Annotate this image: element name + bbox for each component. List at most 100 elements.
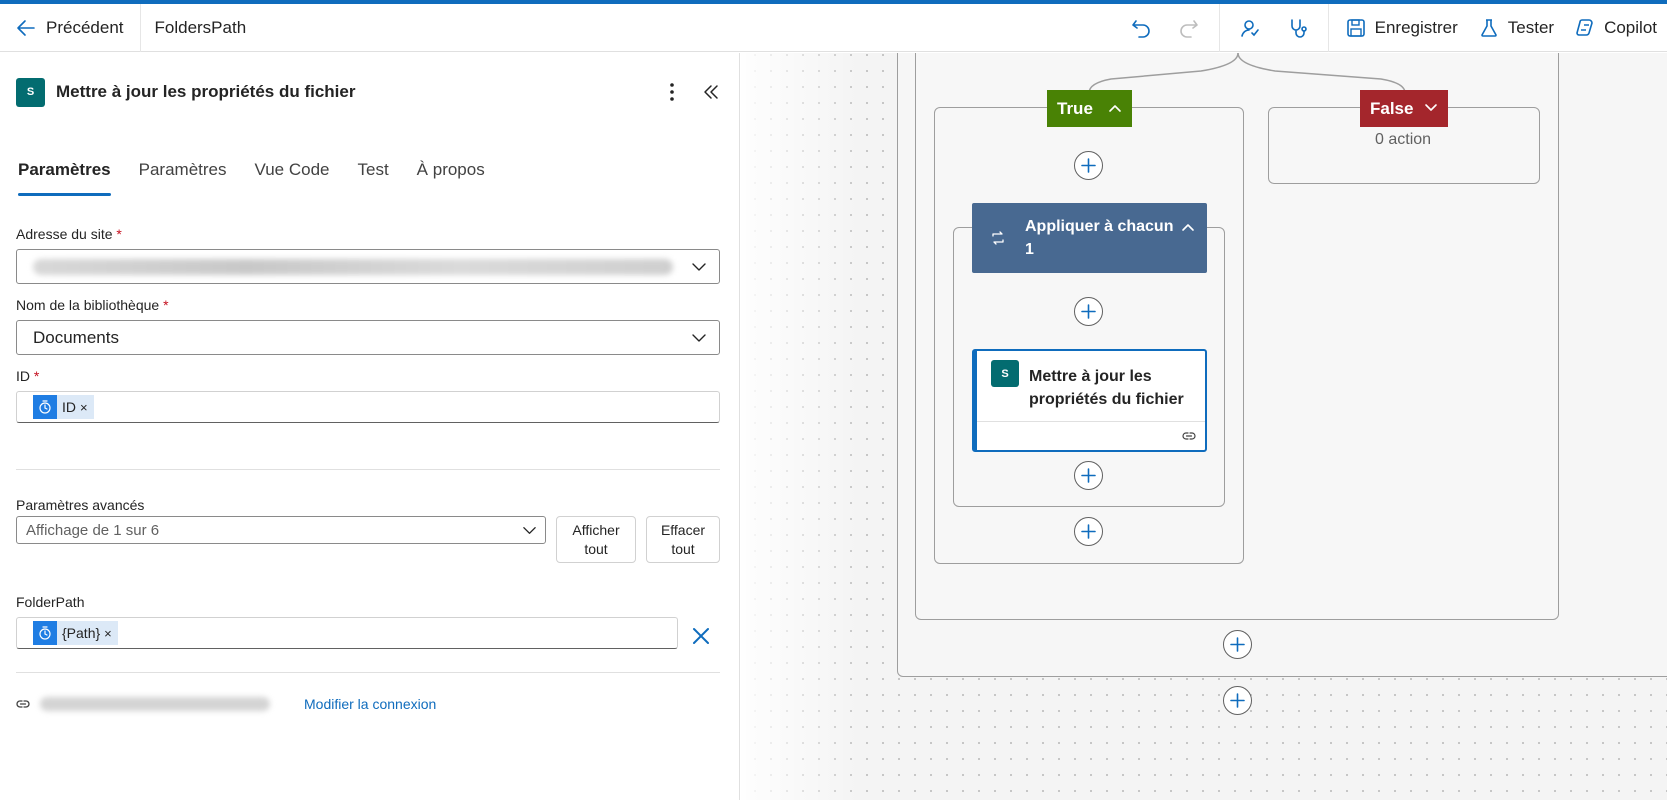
flow-checker-icon [1240,19,1259,37]
save-label: Enregistrer [1374,17,1458,37]
more-options-button[interactable] [660,77,684,107]
false-branch-label: False [1370,98,1414,118]
flow-checker-button[interactable] [1226,4,1274,52]
plus-icon [1081,158,1096,173]
site-address-dropdown[interactable] [16,249,720,284]
chevron-up-icon [1109,105,1121,112]
remove-token-button[interactable]: × [80,400,94,415]
folderpath-label: FolderPath [16,594,85,610]
sharepoint-letter: S [1001,367,1009,380]
flow-name: FoldersPath [154,17,247,37]
library-name-label-text: Nom de la bibliothèque [16,297,160,313]
advanced-parameters-dropdown[interactable]: Affichage de 1 sur 6 [16,516,546,544]
advanced-parameters-value: Affichage de 1 sur 6 [26,521,160,539]
tab-test[interactable]: Test [343,158,402,196]
top-bar: Précédent FoldersPath Enregistrer Tester… [0,3,1667,52]
required-mark: * [33,368,40,384]
card-divider [977,421,1205,422]
folderpath-token[interactable]: {Path} × [33,621,118,645]
redo-button[interactable] [1165,4,1213,52]
redacted-connection [40,697,270,711]
clear-all-button[interactable]: Effacer tout [646,516,720,563]
show-all-button[interactable]: Afficher tout [556,516,636,563]
save-icon [1346,18,1365,37]
library-name-dropdown[interactable]: Documents [16,320,720,355]
required-mark: * [163,297,169,313]
section-divider [16,672,720,673]
true-branch-label: True [1057,98,1093,118]
add-action-button[interactable] [1074,461,1103,490]
add-action-button[interactable] [1223,686,1252,715]
sharepoint-letter: S [26,86,35,98]
apply-to-each-card[interactable]: Appliquer à chacun 1 [972,203,1207,273]
clear-field-icon[interactable] [689,624,713,648]
tab-parameters[interactable]: Paramètres [16,158,125,196]
redo-icon [1179,19,1198,38]
id-token[interactable]: ID × [33,395,94,419]
double-chevron-left-icon [704,85,718,99]
redacted-site-address [33,258,673,275]
folderpath-input[interactable]: {Path} × [16,617,678,649]
flow-canvas[interactable]: True False 0 action Appliquer à chacun 1… [741,53,1667,800]
sharepoint-icon: S [991,360,1019,387]
update-file-properties-card[interactable]: S Mettre à jour les propriétés du fichie… [972,349,1207,452]
test-button[interactable]: Tester [1468,4,1564,52]
connection-row: Modifier la connexion [16,696,436,712]
health-check-button[interactable] [1274,4,1322,52]
tab-settings[interactable]: Paramètres [125,158,241,196]
chevron-up-icon [1182,224,1194,231]
loop-icon [992,231,1004,245]
plus-icon [1081,304,1096,319]
id-token-text: ID [62,399,76,415]
arrow-left-icon [17,19,35,36]
dynamic-content-icon [33,395,57,419]
tab-about[interactable]: À propos [403,158,499,196]
chevron-down-icon [692,263,706,271]
add-action-button[interactable] [1074,297,1103,326]
toolbar: Enregistrer Tester Copilot [1117,3,1667,52]
chevron-down-icon [1425,104,1437,111]
site-address-label-text: Adresse du site [16,226,113,242]
copilot-button[interactable]: Copilot [1564,4,1667,52]
update-file-properties-label: Mettre à jour les propriétés du fichier [1029,368,1184,408]
add-action-button[interactable] [1223,630,1252,659]
panel-title: Mettre à jour les propriétés du fichier [56,82,356,101]
health-check-icon [1290,18,1307,38]
link-icon [16,700,30,708]
add-action-button[interactable] [1074,151,1103,180]
plus-icon [1081,468,1096,483]
folderpath-token-text: {Path} [62,625,101,641]
panel-tabs: Paramètres Paramètres Vue Code Test À pr… [16,158,499,196]
library-name-value: Documents [33,327,119,347]
false-branch-header[interactable]: False [1360,90,1448,127]
back-button[interactable]: Précédent [0,4,140,51]
true-branch-header[interactable]: True [1047,90,1132,127]
chevron-down-icon [523,527,536,534]
save-button[interactable]: Enregistrer [1335,4,1468,52]
modify-connection-link[interactable]: Modifier la connexion [304,696,436,712]
id-input[interactable]: ID × [16,391,720,423]
advanced-parameters-label: Paramètres avancés [16,497,145,513]
dynamic-content-icon [33,621,57,645]
remove-token-button[interactable]: × [104,626,118,641]
required-mark: * [116,226,122,242]
add-action-button[interactable] [1074,517,1103,546]
undo-button[interactable] [1117,4,1165,52]
test-label: Tester [1507,17,1555,37]
back-label: Précédent [46,17,124,37]
copilot-label: Copilot [1604,17,1657,37]
link-icon [1182,432,1196,440]
chevron-down-icon [692,334,706,342]
library-name-label: Nom de la bibliothèque * [16,297,169,313]
collapse-panel-button[interactable] [696,77,726,107]
id-label: ID * [16,368,39,384]
plus-icon [1230,637,1245,652]
apply-to-each-label: Appliquer à chacun 1 [1025,218,1174,258]
toolbar-separator [1218,3,1220,52]
action-settings-panel: S Mettre à jour les propriétés du fichie… [0,53,740,800]
tab-code-view[interactable]: Vue Code [241,158,344,196]
copilot-icon [1576,18,1593,36]
sharepoint-icon: S [16,77,45,107]
site-address-label: Adresse du site * [16,226,122,242]
section-divider [16,469,720,470]
